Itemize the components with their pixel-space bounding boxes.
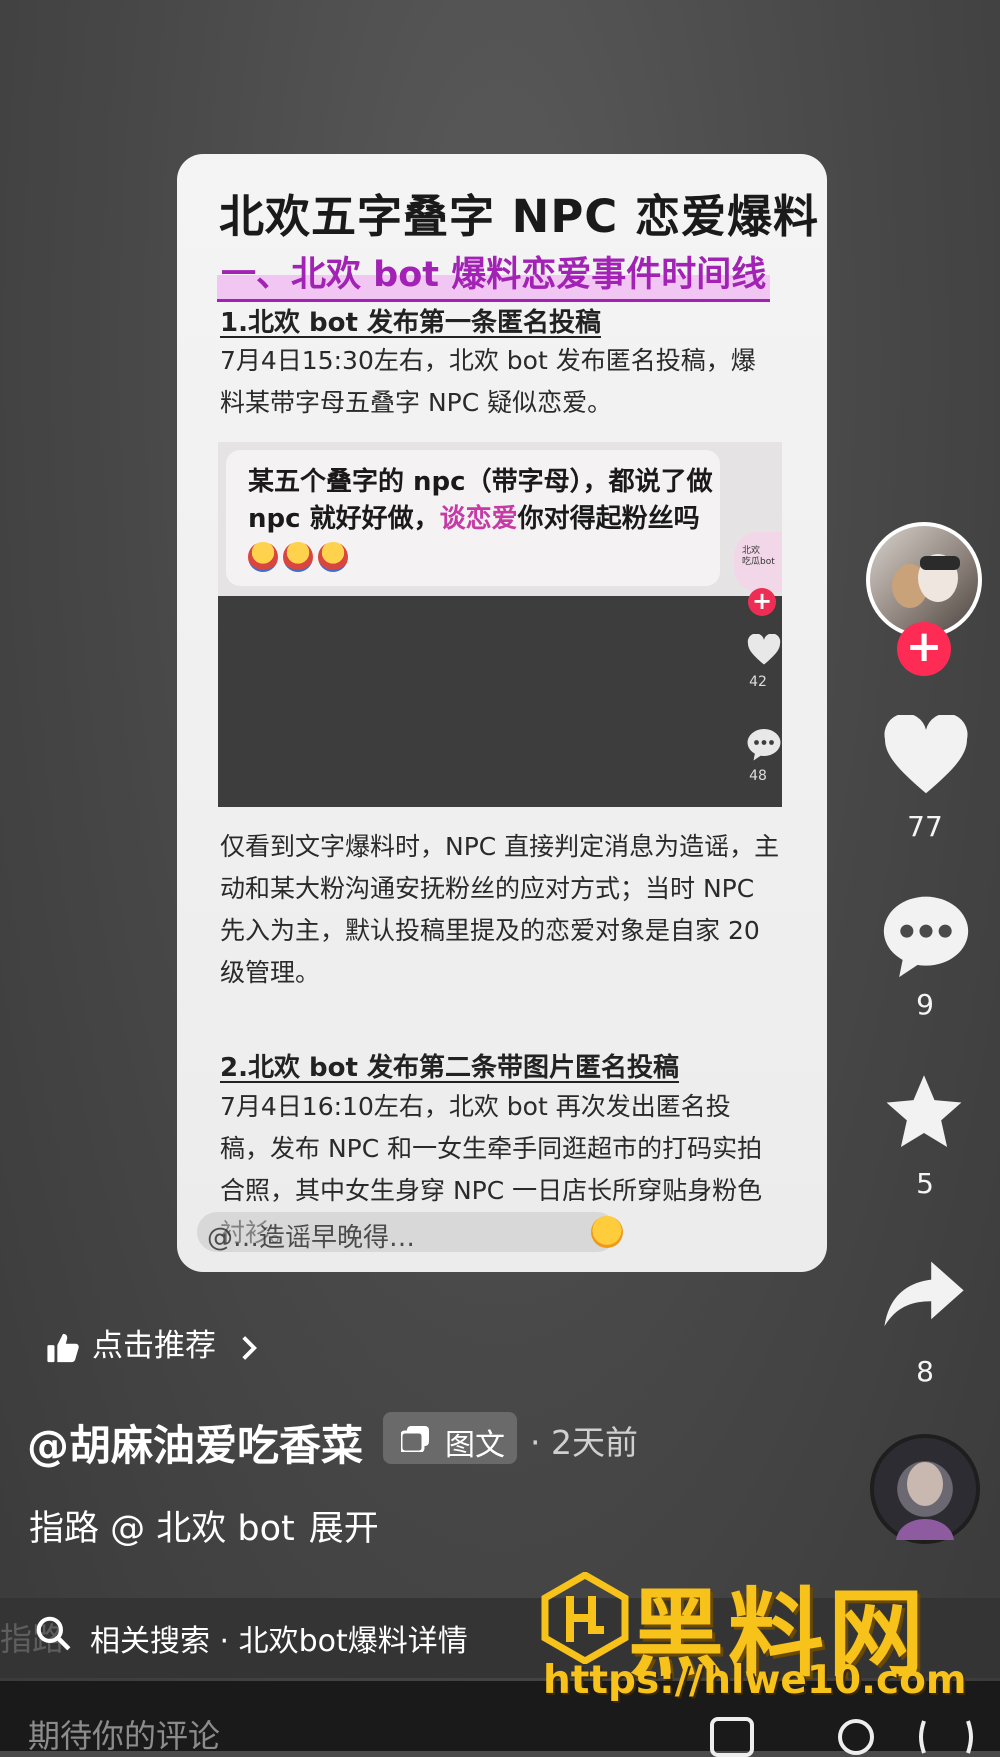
image-picker-icon[interactable]	[710, 1717, 754, 1757]
embedded-like-count: 42	[749, 674, 767, 690]
comment-count: 9	[916, 988, 934, 1021]
post-type-label: 图文	[445, 1428, 505, 1463]
hug-emoji-icon	[283, 541, 313, 572]
hl-logo-icon	[541, 1572, 629, 1664]
favorite-star-icon[interactable]	[880, 1070, 968, 1154]
hug-emoji-icon	[318, 541, 348, 572]
related-search-text: 相关搜索 · 北欢bot爆料详情	[90, 1624, 468, 1659]
post-type-badge: 图文	[383, 1412, 517, 1464]
overlay-text: @…造谣早晚得…	[207, 1223, 416, 1253]
emoji-row	[248, 538, 353, 575]
hug-emoji-icon	[248, 541, 278, 572]
music-disc-icon	[896, 1462, 954, 1540]
avatar-photo-icon	[892, 554, 960, 608]
music-disc-avatar[interactable]	[870, 1434, 980, 1544]
share-count: 8	[916, 1355, 934, 1388]
kiss-emoji-icon	[591, 1216, 623, 1248]
section-heading: 一、北欢 bot 爆料恋爱事件时间线	[217, 246, 771, 302]
image-text-icon	[401, 1426, 429, 1452]
embedded-screenshot: 某五个叠字的 npc（带字母），都说了做 npc 就好好做，谈恋爱你对得起粉丝吗…	[218, 442, 782, 807]
search-icon	[36, 1616, 71, 1651]
post-image-card[interactable]: 北欢五字叠字 NPC 恋爱爆料 一、北欢 bot 爆料恋爱事件时间线 1.北欢 …	[177, 154, 827, 1272]
caption-text: 指路 @ 北欢 bot	[29, 1509, 295, 1549]
thumbs-up-icon	[47, 1333, 79, 1362]
item2-heading: 2.北欢 bot 发布第二条带图片匿名投稿	[220, 1053, 679, 1083]
analysis-text: 仅看到文字爆料时，NPC 直接判定消息为造谣，主动和某大粉沟通安抚粉丝的应对方式…	[220, 832, 780, 987]
favorite-count: 5	[916, 1167, 934, 1200]
comment-input[interactable]: 期待你的评论	[28, 1711, 220, 1757]
card-title: 北欢五字叠字 NPC 恋爱爆料	[219, 190, 820, 243]
expand-button[interactable]: 展开	[309, 1509, 379, 1549]
watermark-url: https://hlwe10.com	[543, 1658, 967, 1703]
follow-button[interactable]: +	[897, 622, 951, 676]
embedded-post-bubble: 某五个叠字的 npc（带字母），都说了做 npc 就好好做，谈恋爱你对得起粉丝吗	[226, 450, 720, 586]
recommend-button[interactable]: 点击推荐	[46, 1320, 258, 1365]
embedded-avatar: 北欢 吃瓜bot	[734, 532, 782, 592]
post-time: · 2天前	[530, 1423, 638, 1462]
recommend-label: 点击推荐	[92, 1328, 216, 1364]
item1-heading: 1.北欢 bot 发布第一条匿名投稿	[220, 308, 601, 338]
emoji-picker-icon[interactable]	[916, 1717, 976, 1757]
embedded-post-text: 某五个叠字的 npc（带字母），都说了做 npc 就好好做，谈恋爱你对得起粉丝吗	[248, 464, 718, 575]
embedded-comment-icon	[747, 729, 781, 761]
item1-body: 7月4日15:30左右，北欢 bot 发布匿名投稿，爆料某带字母五叠字 NPC …	[220, 346, 756, 417]
caption: 指路 @ 北欢 bot 展开	[29, 1500, 379, 1551]
embedded-avatar-text: 北欢 吃瓜bot	[742, 546, 775, 567]
like-heart-icon[interactable]	[880, 715, 972, 797]
chevron-right-icon	[242, 1335, 257, 1360]
share-arrow-icon[interactable]	[880, 1258, 968, 1330]
mention-icon[interactable]	[836, 1717, 876, 1757]
author-name[interactable]: @胡麻油爱吃香菜	[27, 1412, 363, 1473]
embedded-follow-icon: +	[748, 588, 776, 616]
embedded-heart-icon	[747, 634, 781, 665]
comment-icon[interactable]	[880, 892, 972, 978]
embedded-comment-count: 48	[749, 768, 767, 784]
like-count: 77	[907, 810, 943, 843]
